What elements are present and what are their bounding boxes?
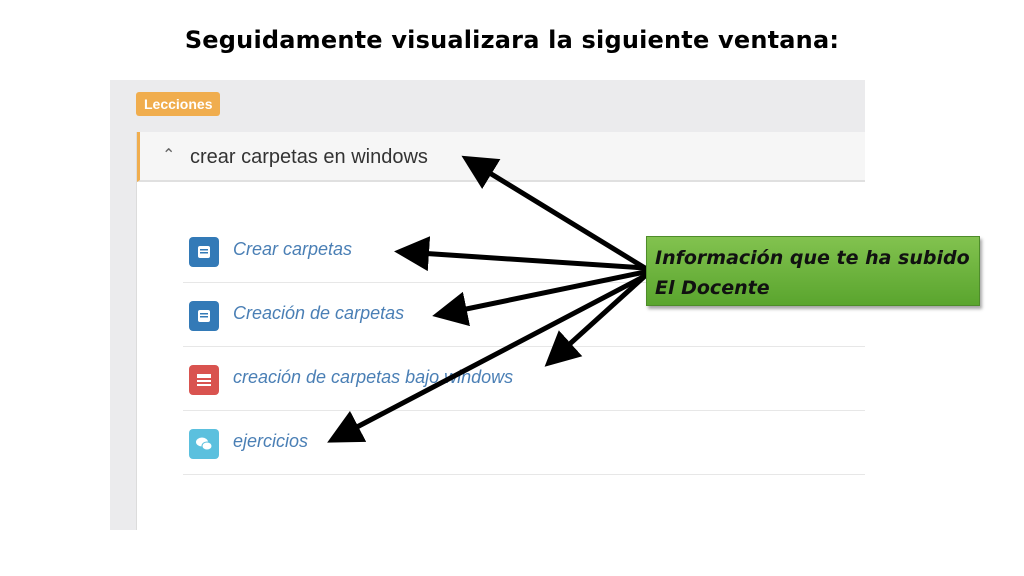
arrow-to-panel-title xyxy=(461,155,648,271)
info-callout: Información que te ha subido El Docente xyxy=(646,236,980,306)
callout-line-1: Información que te ha subido xyxy=(655,247,970,269)
arrow-to-ejercicios xyxy=(327,273,648,443)
arrow-to-crear-carpetas xyxy=(394,236,648,272)
callout-line-2: El Docente xyxy=(655,277,770,299)
